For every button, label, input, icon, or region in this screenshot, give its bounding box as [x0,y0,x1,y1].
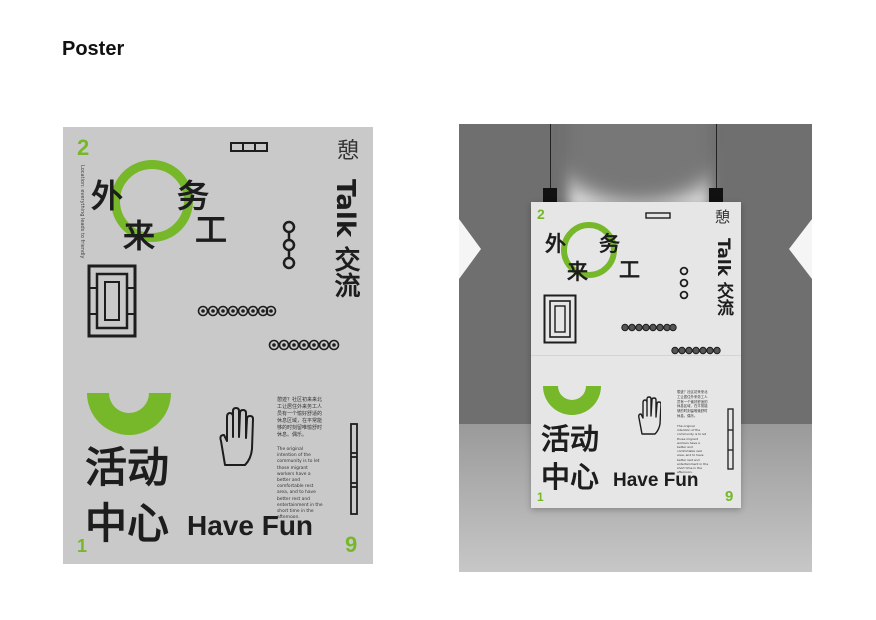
rail-ornament-icon [727,408,734,470]
poster-number-bottom-left: 1 [77,536,88,556]
hanging-wire [716,124,717,190]
char-wai: 外 [545,232,566,256]
char-gong: 工 [195,211,228,249]
poster-fold-line [531,355,741,356]
char-gong: 工 [619,258,640,282]
poster-side-caption: Location: everything leads to friendly [79,165,85,259]
poster-number-bottom-right: 9 [725,488,734,505]
green-semicircle [87,393,171,435]
bead-row-icon [197,305,277,317]
corner-glyph: 憩 [715,208,731,226]
description-en: The original intention of the community … [677,424,709,475]
rail-ornament-icon [350,423,358,515]
poster-hanging: 2 外 务 来 工 憩 Talk 交流 憩迹？社区初来来北工让居住外来务工人员有… [531,202,741,508]
window-frame-icon [543,294,577,344]
talk-vertical-title: Talk 交流 [330,179,360,299]
char-lai: 来 [567,260,588,284]
corner-glyph: 憩 [337,139,360,164]
bead-row-icon [621,323,677,332]
char-wai: 外 [91,177,124,215]
talk-vertical-title: Talk 交流 [713,238,733,316]
description-cn: 憩迹？社区初来来北工让居住外来务工人员有一个愉好舒适的休息区域，在平常能够的时刻… [277,397,323,438]
poster-number-top: 2 [537,206,545,222]
poster-mockup: 2 外 务 来 工 憩 Talk 交流 憩迹？社区初来来北工让居住外来务工人员有… [459,124,812,572]
description-cn: 憩迹？社区初来来北工让居住外来务工人员有一个愉好舒适的休息区域，在平常能够的时刻… [677,390,708,418]
chain-ornament-icon [282,220,296,270]
title-line-1: 活动 [541,422,600,456]
hanging-wire [550,124,551,190]
chain-ornament-icon [679,266,689,300]
bead-row-icon [671,346,721,355]
section-heading: Poster [62,38,125,60]
green-semicircle [543,386,601,415]
title-line-2: 中心 [541,460,600,494]
title-line-1: 活动 [85,443,170,492]
char-lai: 来 [123,217,156,255]
have-fun-label: Have Fun [613,470,699,491]
bar-ornament-icon [230,142,268,152]
window-frame-icon [87,264,137,338]
bar-ornament-icon [645,212,671,219]
char-wu: 务 [599,232,620,256]
hand-icon [638,396,661,435]
bead-row-icon [268,339,340,351]
title-line-2: 中心 [85,499,170,548]
poster-number-top: 2 [77,135,90,160]
have-fun-label: Have Fun [187,510,314,541]
poster-number-bottom-left: 1 [537,490,544,504]
poster-flat: 2 Location: everything leads to friendly… [63,127,373,564]
hand-icon [219,407,254,466]
poster-number-bottom-right: 9 [345,532,358,557]
